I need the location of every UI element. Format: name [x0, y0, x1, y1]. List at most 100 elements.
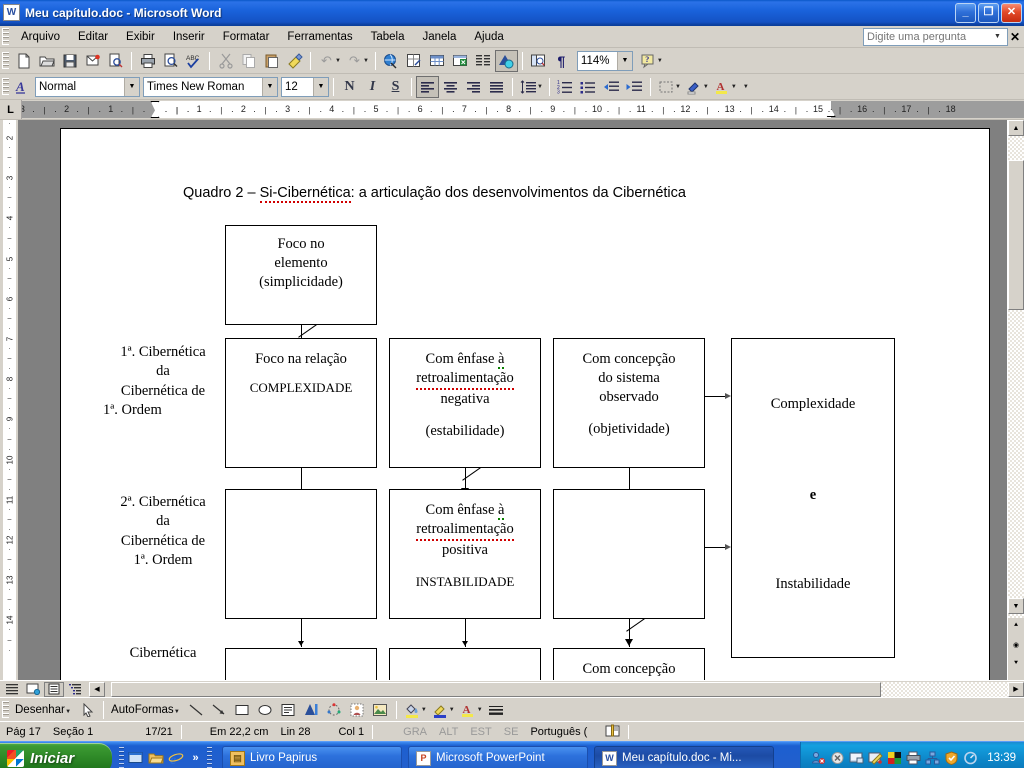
network-icon[interactable]: [925, 751, 940, 766]
box-foco-na-relacao[interactable]: Foco na relação COMPLEXIDADE: [225, 338, 377, 468]
menu-inserir[interactable]: Inserir: [164, 29, 214, 45]
horizontal-scroll-trough[interactable]: [111, 681, 1008, 697]
draw-menu-button[interactable]: Desenhar ▼: [12, 704, 76, 716]
next-page-button[interactable]: ⯆: [1008, 656, 1024, 672]
printer-icon[interactable]: [906, 751, 921, 766]
normal-view-button[interactable]: [2, 681, 22, 697]
scroll-right-button[interactable]: ▶: [1008, 681, 1024, 697]
highlight-button[interactable]: [683, 76, 706, 98]
ruler-track[interactable]: 3 · | · 2 · | · 1 · | · 1 · | · 2 · | · 3 · | · 4 · | · 5 · | · 6 · | · 7 · | ·…: [22, 101, 1024, 118]
disconnect-icon[interactable]: [830, 751, 845, 766]
box-complexidade-e-instabilidade[interactable]: Complexidade e Instabilidade: [731, 338, 895, 658]
menu-tabela[interactable]: Tabela: [362, 29, 414, 45]
copy-icon[interactable]: [237, 50, 260, 72]
box-row3-col2[interactable]: [389, 648, 541, 680]
folder-icon[interactable]: [147, 750, 164, 767]
status-ext[interactable]: EST: [464, 726, 497, 738]
columns-icon[interactable]: [472, 50, 495, 72]
undo-icon[interactable]: ↶: [315, 50, 338, 72]
email-icon[interactable]: [81, 50, 104, 72]
zoom-dropdown-arrow[interactable]: ▼: [616, 51, 632, 70]
print-icon[interactable]: [136, 50, 159, 72]
style-dropdown-arrow[interactable]: ▼: [124, 77, 139, 96]
paste-icon[interactable]: [260, 50, 283, 72]
font-color-button[interactable]: A: [711, 76, 734, 98]
vertical-scroll-thumb[interactable]: [1008, 160, 1024, 310]
underline-button[interactable]: S: [384, 76, 407, 98]
box-row3-col1[interactable]: [225, 648, 377, 680]
open-folder-icon[interactable]: [35, 50, 58, 72]
font-name-dropdown-arrow[interactable]: ▼: [262, 77, 277, 96]
align-center-button[interactable]: [439, 76, 462, 98]
vertical-ruler[interactable]: 2 · – · 3 · – · 4 · – · 5 · – · 6 · – · 7 · – · 8 · – · 9 · – · 10 · – · 11 ·…: [0, 120, 18, 680]
insert-hyperlink-icon[interactable]: [380, 50, 403, 72]
style-combobox[interactable]: Normal ▼: [35, 76, 140, 97]
oval-icon[interactable]: [254, 699, 277, 721]
formatting-toolbar-options-arrow[interactable]: ▼: [743, 84, 749, 90]
network-users-icon[interactable]: [811, 751, 826, 766]
menu-editar[interactable]: Editar: [69, 29, 117, 45]
status-ovr[interactable]: SE: [498, 726, 525, 738]
formatting-toolbar-grip[interactable]: [2, 78, 9, 95]
spelling-check-icon[interactable]: ABC: [182, 50, 205, 72]
drawing-icon[interactable]: [494, 49, 518, 72]
italic-button[interactable]: I: [361, 76, 384, 98]
zoom-combobox[interactable]: 114% ▼: [576, 50, 633, 71]
status-language[interactable]: Português (: [524, 726, 593, 738]
security-icon[interactable]: [944, 751, 959, 766]
pencil-tool-icon[interactable]: [868, 751, 883, 766]
ask-close-icon[interactable]: ✕: [1010, 30, 1020, 44]
box-concepcao-sistema-observado[interactable]: Com concepção do sistema observado (obje…: [553, 338, 705, 468]
document-pane[interactable]: Quadro 2 – Si-Cibernética: a articulação…: [18, 120, 1007, 680]
tab-selector-button[interactable]: L: [0, 100, 22, 119]
vertical-scrollbar[interactable]: ▲ ▼ ⯅ ◉ ⯆: [1007, 120, 1024, 680]
taskbar-item-microsoft-powerpoint[interactable]: P Microsoft PowerPoint: [408, 746, 588, 768]
box-row3-col3[interactable]: Com concepção: [553, 648, 705, 680]
text-box-icon[interactable]: [277, 699, 300, 721]
borders-button[interactable]: [655, 76, 678, 98]
power-icon[interactable]: [963, 751, 978, 766]
insert-picture-icon[interactable]: [369, 699, 392, 721]
select-arrow-icon[interactable]: [76, 699, 99, 721]
format-painter-icon[interactable]: [283, 50, 306, 72]
quick-launch-grip[interactable]: [119, 747, 124, 768]
diagram-icon[interactable]: [323, 699, 346, 721]
font-color-icon[interactable]: A: [457, 699, 480, 721]
standard-toolbar-grip[interactable]: [2, 52, 9, 69]
line-style-icon[interactable]: [485, 699, 508, 721]
drawing-toolbar-grip[interactable]: [2, 701, 9, 718]
align-left-button[interactable]: [416, 75, 439, 98]
document-page[interactable]: Quadro 2 – Si-Cibernética: a articulação…: [60, 128, 990, 680]
color-palette-icon[interactable]: [887, 751, 902, 766]
rectangle-icon[interactable]: [231, 699, 254, 721]
autoshapes-menu-button[interactable]: AutoFormas ▼: [108, 704, 185, 716]
print-preview-icon[interactable]: [159, 50, 182, 72]
select-browse-object-button[interactable]: ◉: [1008, 637, 1024, 653]
ask-a-question-input[interactable]: [863, 27, 1008, 46]
document-map-icon[interactable]: [527, 50, 550, 72]
monitor-icon[interactable]: [849, 751, 864, 766]
task-area-grip[interactable]: [207, 747, 212, 768]
insert-table-icon[interactable]: [426, 50, 449, 72]
show-desktop-icon[interactable]: [127, 750, 144, 767]
wordart-icon[interactable]: [300, 699, 323, 721]
show-formatting-marks-icon[interactable]: ¶: [550, 50, 573, 72]
scroll-up-button[interactable]: ▲: [1008, 120, 1024, 136]
chevron-right-icon[interactable]: »: [187, 750, 204, 767]
new-document-icon[interactable]: [12, 50, 35, 72]
arrow-icon[interactable]: [208, 699, 231, 721]
previous-page-button[interactable]: ⯅: [1008, 618, 1024, 634]
outline-view-button[interactable]: [65, 681, 85, 697]
status-trk[interactable]: ALT: [433, 726, 464, 738]
font-size-combobox[interactable]: 12 ▼: [281, 76, 329, 97]
internet-explorer-icon[interactable]: e: [167, 750, 184, 767]
menu-janela[interactable]: Janela: [414, 29, 466, 45]
redo-icon[interactable]: ↷: [343, 50, 366, 72]
close-button[interactable]: ✕: [1001, 2, 1022, 23]
minimize-button[interactable]: _: [955, 2, 976, 23]
numbered-list-button[interactable]: 123: [554, 76, 577, 98]
cut-icon[interactable]: [214, 50, 237, 72]
horizontal-ruler[interactable]: L 3 · | · 2 · | · 1 · | · 1 · | · 2 · | · 3 · | · 4 · | · 5 · | · 6 · | · 7 ·…: [0, 100, 1024, 120]
increase-indent-button[interactable]: [623, 76, 646, 98]
line-spacing-button[interactable]: [517, 76, 540, 98]
